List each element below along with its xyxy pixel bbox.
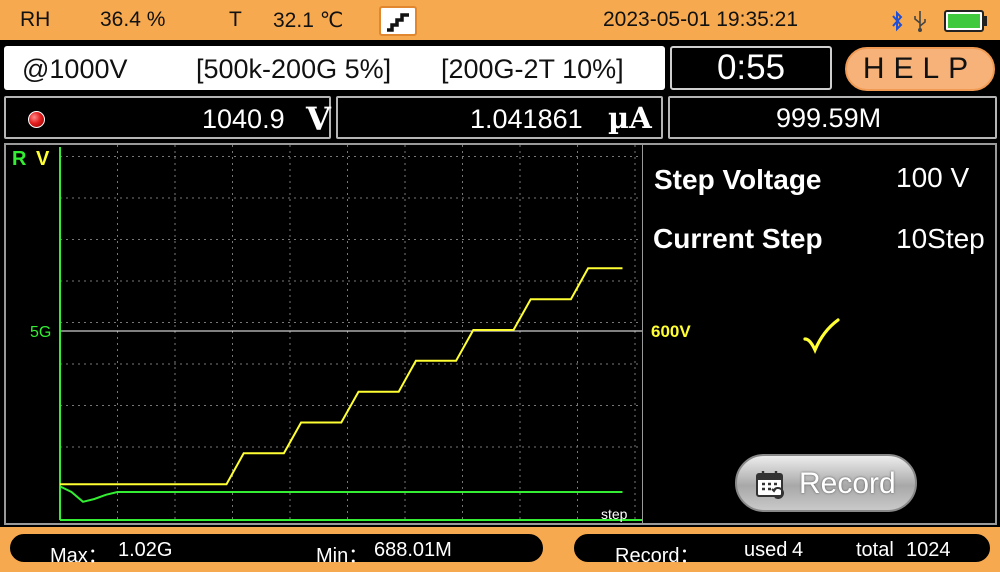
status-bar: RH 36.4 % T 32.1 ℃ 2023-05-01 19:35:21: [0, 0, 1000, 42]
record-stats: Record： used 4 total 1024: [572, 532, 992, 567]
min-label: Min：: [316, 545, 369, 567]
used-value: 4: [792, 539, 804, 561]
range-stats: Max： 1.02G Min： 688.01M: [8, 532, 545, 567]
record-button-label: Record: [799, 467, 896, 500]
x-axis-label: step: [601, 506, 628, 522]
v-marker-label: 600V: [651, 322, 691, 341]
resistance-series-line: [59, 485, 623, 503]
step-icon: [387, 13, 409, 32]
footer-bar: Max： 1.02G Min： 688.01M Record： used 4 t…: [0, 527, 1000, 572]
voltage-value: 1040.9: [202, 104, 285, 134]
voltage-unit: V: [306, 100, 331, 138]
step-voltage-label: Step Voltage: [654, 164, 822, 195]
current-step-label: Current Step: [653, 223, 823, 254]
voltage-series-line: [60, 267, 623, 486]
test-voltage: @1000V: [22, 54, 128, 84]
battery-icon: [944, 10, 987, 32]
voltage-reading: 1040.9 V: [4, 96, 331, 139]
side-panel: Step Voltage 100 V Current Step 10Step R…: [643, 143, 997, 525]
axis-label-v: V: [36, 148, 50, 170]
usb-icon: [914, 11, 926, 32]
total-value: 1024: [906, 539, 951, 561]
step-voltage-chart: R V 5G step: [12, 145, 642, 522]
current-value: 1.041861: [470, 104, 583, 134]
resistance-reading: 999.59M: [668, 96, 997, 139]
chart-panel: R V 5G step: [4, 143, 644, 525]
current-unit: µA: [608, 101, 652, 135]
temperature-label: T: [229, 8, 242, 31]
temperature-value: 32.1 ℃: [273, 9, 344, 32]
datetime: 2023-05-01 19:35:21: [603, 8, 798, 31]
recording-indicator-icon: [28, 111, 45, 128]
max-label: Max：: [50, 545, 108, 567]
used-label: used: [744, 539, 788, 561]
record-label: Record：: [615, 545, 700, 567]
record-button[interactable]: Record: [735, 454, 917, 512]
range-low: [500k-200G 5%]: [196, 54, 392, 84]
current-reading: 1.041861 µA: [336, 96, 663, 139]
range-high: [200G-2T 10%]: [441, 54, 624, 84]
r-marker-label: 5G: [30, 324, 51, 341]
resistance-value: 999.59M: [776, 103, 882, 133]
calendar-icon: [756, 471, 784, 499]
humidity-label: RH: [20, 8, 51, 31]
range-info: @1000V [500k-200G 5%] [200G-2T 10%]: [4, 46, 665, 90]
step-voltage-value: 100 V: [896, 162, 970, 193]
max-value: 1.02G: [118, 539, 173, 561]
current-step-value: 10Step: [896, 223, 985, 254]
humidity-value: 36.4 %: [100, 8, 166, 31]
min-value: 688.01M: [374, 539, 452, 561]
check-icon: [803, 318, 840, 354]
axis-label-r: R: [12, 148, 27, 170]
test-timer: 0:55: [670, 46, 832, 90]
step-mode-icon[interactable]: [379, 6, 417, 36]
help-button[interactable]: HELP: [845, 47, 995, 91]
bluetooth-icon: [892, 10, 903, 32]
total-label: total: [856, 539, 894, 561]
